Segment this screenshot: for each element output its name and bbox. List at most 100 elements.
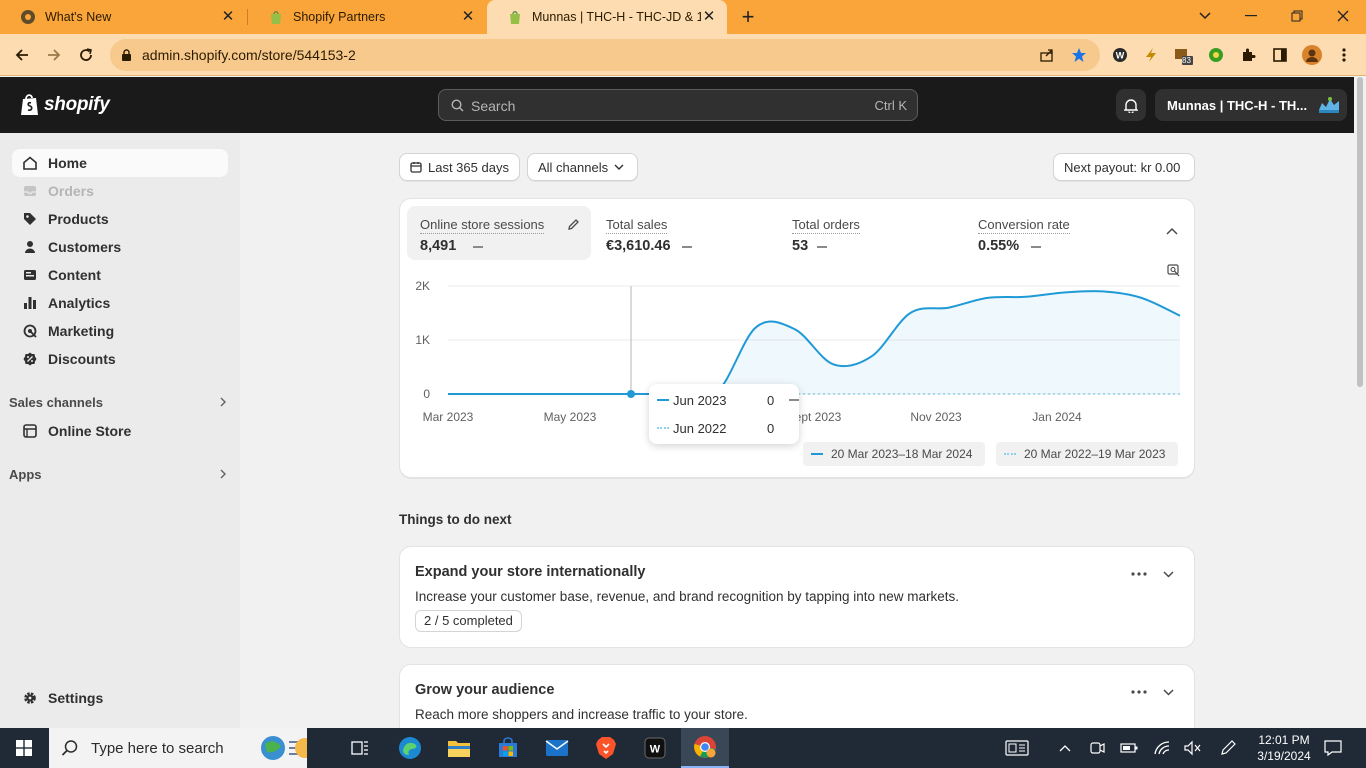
news-widget-icon[interactable] bbox=[1005, 738, 1029, 758]
sidebar-item-discounts[interactable]: Discounts bbox=[12, 345, 228, 373]
metric-conversion-rate[interactable]: Conversion rate 0.55% bbox=[965, 206, 1149, 260]
search-highlight-icon bbox=[261, 736, 307, 760]
volume-muted-icon[interactable] bbox=[1182, 738, 1202, 758]
date-range-button[interactable]: Last 365 days bbox=[399, 153, 520, 181]
browser-tab-strip: What's New ✕ Shopify Partners ✕ Munnas |… bbox=[0, 0, 1366, 34]
chevron-up-icon[interactable] bbox=[1055, 738, 1075, 758]
minimize-icon bbox=[1245, 15, 1257, 17]
search-input[interactable]: Search Ctrl K bbox=[438, 89, 918, 121]
wifi-icon[interactable] bbox=[1152, 738, 1172, 758]
wordpress-extension-icon[interactable]: W bbox=[1110, 45, 1130, 65]
forward-button[interactable] bbox=[40, 41, 68, 69]
browser-menu-icon[interactable] bbox=[1334, 45, 1354, 65]
sidebar-item-label: Customers bbox=[48, 239, 122, 255]
sidebar-item-orders[interactable]: Orders bbox=[12, 177, 228, 205]
task-description: Increase your customer base, revenue, an… bbox=[415, 589, 960, 604]
chevron-down-icon[interactable] bbox=[1158, 564, 1178, 584]
pencil-icon[interactable] bbox=[567, 218, 580, 231]
new-tab-button[interactable]: + bbox=[734, 3, 762, 31]
metric-sessions[interactable]: Online store sessions 8,491 bbox=[407, 206, 591, 260]
puzzle-extensions-icon[interactable] bbox=[1238, 45, 1258, 65]
svg-text:W: W bbox=[650, 744, 661, 756]
shopify-bag-icon bbox=[271, 11, 281, 24]
task-view-button[interactable] bbox=[336, 728, 384, 768]
metric-value: 0.55% bbox=[978, 238, 1020, 254]
tab-close-icon[interactable]: ✕ bbox=[701, 9, 717, 25]
sales-channels-section[interactable]: Sales channels bbox=[9, 392, 227, 412]
briefcase-extension-icon[interactable]: 83 bbox=[1173, 45, 1193, 65]
chrome-app[interactable] bbox=[681, 728, 729, 768]
task-card-expand-internationally[interactable]: Expand your store internationally Increa… bbox=[399, 546, 1195, 648]
shopify-topbar: shopify Search Ctrl K Munnas | THC-H - T… bbox=[0, 77, 1366, 133]
notification-center-icon[interactable] bbox=[1323, 738, 1343, 758]
battery-icon[interactable] bbox=[1119, 738, 1139, 758]
legend-previous-period[interactable]: 20 Mar 2022–19 Mar 2023 bbox=[996, 442, 1178, 466]
side-panel-icon[interactable] bbox=[1270, 45, 1290, 65]
home-icon bbox=[22, 155, 38, 171]
notifications-button[interactable] bbox=[1116, 89, 1146, 121]
edge-app[interactable] bbox=[386, 728, 434, 768]
content-icon bbox=[22, 267, 38, 283]
reload-button[interactable] bbox=[72, 41, 100, 69]
next-payout-button[interactable]: Next payout: kr 0.00 bbox=[1053, 153, 1195, 181]
sidebar-item-marketing[interactable]: Marketing bbox=[12, 317, 228, 345]
sidebar-item-online-store[interactable]: Online Store bbox=[12, 417, 228, 445]
restore-button[interactable] bbox=[1274, 0, 1320, 32]
sidebar-item-home[interactable]: Home bbox=[12, 149, 228, 177]
share-icon[interactable] bbox=[1039, 47, 1055, 63]
apps-section[interactable]: Apps bbox=[9, 464, 227, 484]
meet-now-icon[interactable] bbox=[1087, 738, 1107, 758]
tab-close-icon[interactable]: ✕ bbox=[220, 9, 236, 25]
mail-app[interactable] bbox=[533, 728, 581, 768]
tab-search-button[interactable] bbox=[1182, 0, 1228, 32]
x-tick-label: May 2023 bbox=[544, 410, 597, 424]
sidebar-item-analytics[interactable]: Analytics bbox=[12, 289, 228, 317]
taskbar-clock[interactable]: 12:01 PM 3/19/2024 bbox=[1252, 732, 1316, 764]
discount-icon bbox=[22, 351, 38, 367]
tab-munnas-store[interactable]: Munnas | THC-H - THC-JD & 10· ✕ bbox=[487, 0, 727, 34]
tab-title: What's New bbox=[45, 10, 112, 24]
channels-dropdown[interactable]: All channels bbox=[527, 153, 638, 181]
legend-current-period[interactable]: 20 Mar 2023–18 Mar 2024 bbox=[803, 442, 985, 466]
start-button[interactable] bbox=[0, 728, 48, 768]
chevron-down-icon[interactable] bbox=[1158, 682, 1178, 702]
file-explorer-app[interactable] bbox=[435, 728, 483, 768]
section-label: Sales channels bbox=[9, 394, 103, 410]
brave-app[interactable] bbox=[582, 728, 630, 768]
taskbar-search-input[interactable]: Type here to search bbox=[49, 728, 307, 768]
address-bar[interactable]: admin.shopify.com/store/544153-2 bbox=[110, 39, 1100, 71]
store-avatar-icon bbox=[1319, 97, 1339, 113]
metric-value: 8,491 bbox=[420, 238, 457, 254]
sidebar-item-settings[interactable]: Settings bbox=[12, 684, 228, 712]
task-progress-badge: 2 / 5 completed bbox=[415, 610, 522, 632]
metric-total-orders[interactable]: Total orders 53 bbox=[779, 206, 963, 260]
sidebar-item-products[interactable]: Products bbox=[12, 205, 228, 233]
more-options-icon[interactable] bbox=[1129, 682, 1149, 702]
chevron-up-icon[interactable] bbox=[1166, 227, 1178, 235]
more-options-icon[interactable] bbox=[1129, 564, 1149, 584]
page-scrollbar[interactable] bbox=[1354, 77, 1366, 728]
pen-icon[interactable] bbox=[1218, 738, 1238, 758]
sidebar-item-label: Content bbox=[48, 267, 101, 283]
tab-close-icon[interactable]: ✕ bbox=[460, 9, 476, 25]
shopify-logo[interactable]: shopify bbox=[20, 93, 110, 117]
profile-avatar-icon[interactable] bbox=[1302, 45, 1322, 65]
extension-badge: 83 bbox=[1182, 56, 1191, 65]
back-button[interactable] bbox=[8, 41, 36, 69]
sidebar-item-content[interactable]: Content bbox=[12, 261, 228, 289]
y-tick-label: 2K bbox=[415, 279, 430, 293]
metric-total-sales[interactable]: Total sales €3,610.46 bbox=[593, 206, 777, 260]
tab-shopify-partners[interactable]: Shopify Partners ✕ bbox=[248, 0, 486, 34]
store-app[interactable] bbox=[484, 728, 532, 768]
wordpress-app[interactable]: W bbox=[631, 728, 679, 768]
store-switcher-button[interactable]: Munnas | THC-H - TH... bbox=[1155, 89, 1347, 121]
green-extension-icon[interactable] bbox=[1206, 45, 1226, 65]
minimize-button[interactable] bbox=[1228, 0, 1274, 32]
tab-whats-new[interactable]: What's New ✕ bbox=[0, 0, 246, 34]
close-window-button[interactable] bbox=[1320, 0, 1366, 32]
lightning-extension-icon[interactable] bbox=[1141, 45, 1161, 65]
lock-icon bbox=[122, 49, 131, 61]
sidebar-item-customers[interactable]: Customers bbox=[12, 233, 228, 261]
scrollbar-thumb[interactable] bbox=[1357, 77, 1363, 387]
bookmark-star-icon[interactable] bbox=[1071, 47, 1087, 63]
